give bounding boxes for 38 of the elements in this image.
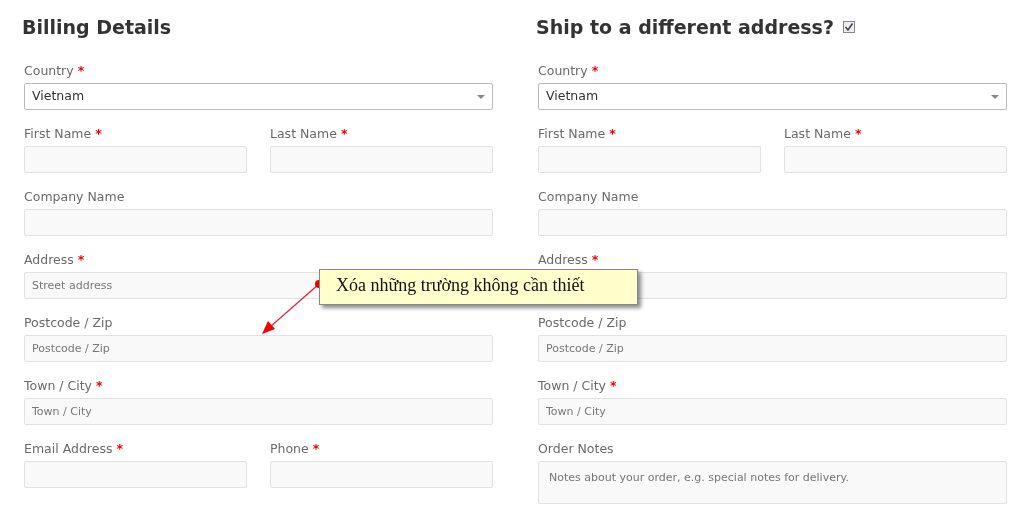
field-label: Company Name xyxy=(538,189,639,205)
input-field[interactable]: Postcode / Zip xyxy=(24,335,493,362)
input-field[interactable] xyxy=(784,146,1007,173)
field-label: Postcode / Zip xyxy=(24,315,113,331)
country-dropdown[interactable]: Vietnam xyxy=(24,83,493,110)
field-label: Last Name * xyxy=(784,126,862,142)
country-dropdown[interactable]: Vietnam xyxy=(538,83,1007,110)
caret-icon xyxy=(477,94,485,99)
field-label: Country * xyxy=(538,63,599,79)
field-label: Town / City * xyxy=(24,378,103,394)
input-field[interactable] xyxy=(270,146,493,173)
input-field[interactable] xyxy=(270,461,493,488)
callout-tooltip: Xóa những trường không cần thiết xyxy=(319,269,638,305)
caret-icon xyxy=(991,94,999,99)
input-field[interactable]: Town / City xyxy=(24,398,493,425)
section-heading: Ship to a different address? xyxy=(536,15,834,40)
field-label: Address * xyxy=(24,252,85,268)
input-field[interactable] xyxy=(24,146,247,173)
section-heading: Billing Details xyxy=(22,15,172,40)
field-label: Company Name xyxy=(24,189,125,205)
field-label: Address * xyxy=(538,252,599,268)
field-label: Country * xyxy=(24,63,85,79)
input-field[interactable]: Postcode / Zip xyxy=(538,335,1007,362)
input-field[interactable] xyxy=(24,209,493,236)
field-label: Phone * xyxy=(270,441,320,457)
input-field[interactable]: Town / City xyxy=(538,398,1007,425)
input-field[interactable] xyxy=(538,146,761,173)
field-label: First Name * xyxy=(24,126,102,142)
field-label: Postcode / Zip xyxy=(538,315,627,331)
input-field[interactable] xyxy=(538,209,1007,236)
field-label: Last Name * xyxy=(270,126,348,142)
notes-field[interactable]: Notes about your order, e.g. special notes for delivery. xyxy=(538,461,1007,504)
checkbox[interactable] xyxy=(842,21,855,33)
field-label: Order Notes xyxy=(538,441,614,457)
field-label: First Name * xyxy=(538,126,616,142)
field-label: Email Address * xyxy=(24,441,123,457)
input-field[interactable] xyxy=(24,461,247,488)
field-label: Town / City * xyxy=(538,378,617,394)
